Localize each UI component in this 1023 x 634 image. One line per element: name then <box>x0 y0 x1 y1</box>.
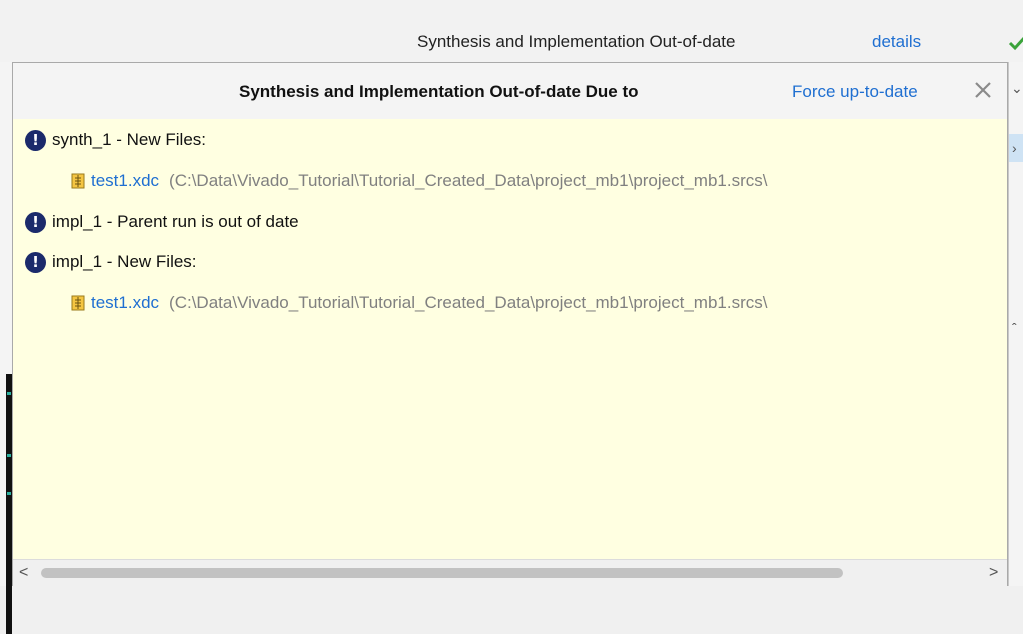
status-text: Synthesis and Implementation Out-of-date <box>417 32 736 51</box>
issue-item: ! impl_1 - New Files: <box>25 249 197 275</box>
popup-header: Synthesis and Implementation Out-of-date… <box>13 63 1007 119</box>
chevron-up-icon[interactable]: ˆ <box>1012 320 1017 336</box>
alert-icon: ! <box>25 251 46 273</box>
left-panel-marker <box>7 454 11 457</box>
issue-text: synth_1 - New Files: <box>52 130 206 149</box>
popup-title: Synthesis and Implementation Out-of-date… <box>239 82 639 101</box>
status-bar: Synthesis and Implementation Out-of-date… <box>0 0 1023 62</box>
issue-text: impl_1 - New Files: <box>52 252 197 271</box>
file-path: (C:\Data\Vivado_Tutorial\Tutorial_Create… <box>169 171 768 190</box>
left-panel-marker <box>7 492 11 495</box>
issue-item: ! synth_1 - New Files: <box>25 127 206 153</box>
alert-icon: ! <box>25 211 46 233</box>
scroll-left-button[interactable]: < <box>19 564 28 582</box>
file-name-link[interactable]: test1.xdc <box>91 171 159 191</box>
force-up-to-date-link[interactable]: Force up-to-date <box>792 82 918 102</box>
file-item[interactable]: test1.xdc (C:\Data\Vivado_Tutorial\Tutor… <box>71 169 1007 193</box>
constraints-file-icon <box>71 173 85 189</box>
left-panel-marker <box>7 392 11 395</box>
file-name-link[interactable]: test1.xdc <box>91 293 159 313</box>
out-of-date-popup: Synthesis and Implementation Out-of-date… <box>12 62 1008 586</box>
scroll-right-button[interactable]: > <box>989 564 998 582</box>
close-icon[interactable] <box>971 78 995 102</box>
details-link[interactable]: details <box>872 32 921 52</box>
horizontal-scrollbar[interactable]: < > <box>13 559 1007 586</box>
constraints-file-icon <box>71 295 85 311</box>
file-path: (C:\Data\Vivado_Tutorial\Tutorial_Create… <box>169 293 768 312</box>
chevron-down-icon[interactable]: ⌄ <box>1011 80 1023 97</box>
alert-icon: ! <box>25 129 46 151</box>
file-item[interactable]: test1.xdc (C:\Data\Vivado_Tutorial\Tutor… <box>71 291 1007 315</box>
left-panel-edge <box>0 62 12 634</box>
scrollbar-thumb[interactable] <box>41 568 843 578</box>
issue-item: ! impl_1 - Parent run is out of date <box>25 209 299 235</box>
checkmark-icon <box>1008 36 1023 51</box>
chevron-right-icon[interactable]: › <box>1012 140 1017 156</box>
issue-text: impl_1 - Parent run is out of date <box>52 212 299 231</box>
right-panel-edge: ⌄ › ˆ <box>1008 62 1023 586</box>
